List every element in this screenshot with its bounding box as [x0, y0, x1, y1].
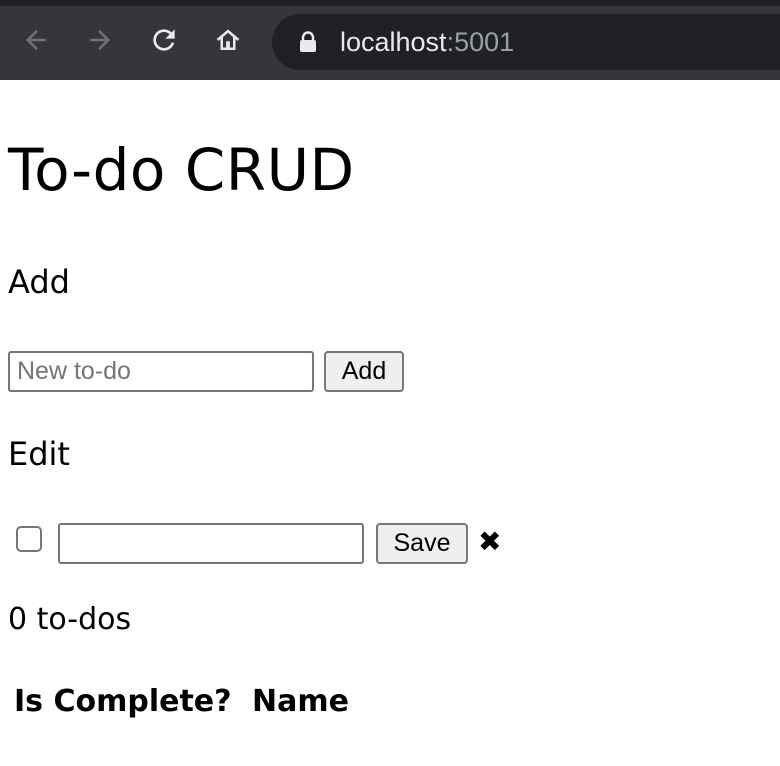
- save-button[interactable]: Save: [376, 523, 468, 564]
- reload-icon: [153, 29, 175, 51]
- home-button[interactable]: [210, 22, 246, 58]
- url-text: localhost:5001: [340, 27, 514, 57]
- edit-complete-checkbox[interactable]: [16, 526, 42, 552]
- column-header-is-complete: Is Complete?: [14, 684, 232, 719]
- address-bar[interactable]: localhost:5001: [272, 14, 780, 70]
- url-host: localhost: [340, 27, 447, 57]
- edit-name-input[interactable]: [58, 523, 364, 564]
- column-header-name: Name: [252, 684, 349, 719]
- add-button[interactable]: Add: [324, 351, 404, 392]
- close-edit-icon[interactable]: ✖: [478, 524, 501, 560]
- url-port: :5001: [446, 27, 515, 57]
- page-title: To-do CRUD: [8, 136, 355, 204]
- lock-icon: [300, 31, 316, 52]
- back-button[interactable]: [18, 22, 54, 58]
- table-header-row: Is Complete? Name: [14, 682, 349, 722]
- todo-count: 0 to-dos: [8, 602, 132, 637]
- new-todo-input[interactable]: [8, 351, 314, 392]
- reload-button[interactable]: [146, 22, 182, 58]
- browser-toolbar: localhost:5001: [0, 0, 780, 80]
- back-icon: [26, 30, 46, 50]
- home-icon: [216, 29, 240, 50]
- forward-button[interactable]: [82, 22, 118, 58]
- add-heading: Add: [8, 263, 70, 301]
- edit-heading: Edit: [8, 435, 70, 473]
- forward-icon: [90, 30, 110, 50]
- page-content: To-do CRUD Add Add Edit Save ✖ 0 to-dos …: [8, 80, 780, 766]
